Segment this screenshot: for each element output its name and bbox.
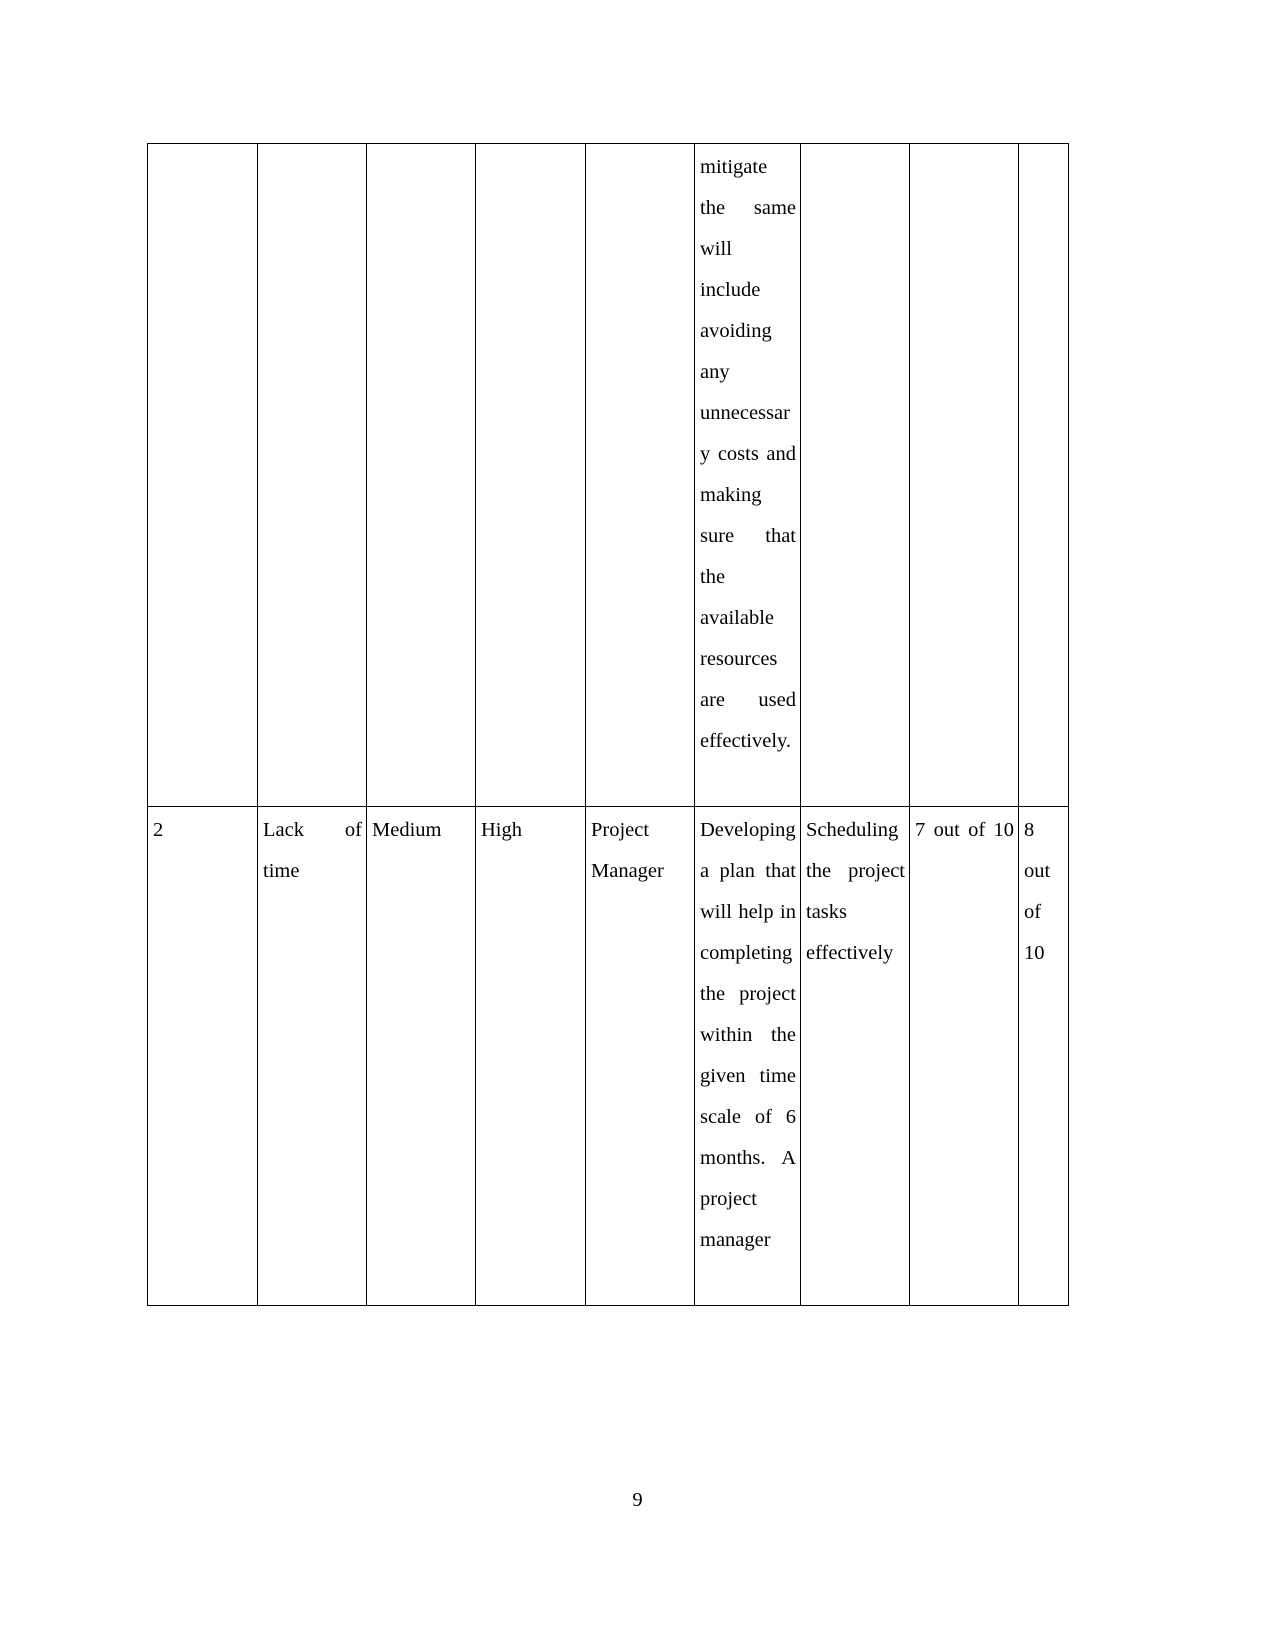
- table-row: 2 Lack of time Medium High Project Manag…: [147, 806, 1069, 1306]
- table-cell-mitigation: mitigate the same will include avoiding …: [694, 143, 801, 807]
- table-cell-risk-id: [147, 143, 258, 807]
- table-cell-action: [800, 143, 910, 807]
- table-cell-impact: High: [475, 806, 586, 1306]
- table-cell-risk-name: [257, 143, 367, 807]
- cell-text: Developing a plan that will help in comp…: [700, 819, 796, 1251]
- cell-text: [1024, 147, 1064, 188]
- cell-text: Scheduling the project tasks effectively: [806, 819, 905, 964]
- table-cell-mitigation: Developing a plan that will help in comp…: [694, 806, 801, 1306]
- table-cell-action: Scheduling the project tasks effectively: [800, 806, 910, 1306]
- document-page: mitigate the same will include avoiding …: [0, 0, 1275, 1651]
- cell-text: Project Manager: [591, 819, 664, 882]
- cell-text: Lack of time: [263, 819, 362, 882]
- table-cell-impact: [475, 143, 586, 807]
- cell-text: 7 out of 10: [915, 819, 1014, 841]
- table-cell-owner: Project Manager: [585, 806, 695, 1306]
- cell-text: High: [481, 819, 522, 841]
- table-cell-likelihood: [366, 143, 476, 807]
- table-cell-score-before: 7 out of 10: [909, 806, 1019, 1306]
- table-cell-likelihood: Medium: [366, 806, 476, 1306]
- table-cell-score-before: [909, 143, 1019, 807]
- table-cell-score-after: [1018, 143, 1069, 807]
- table-row: mitigate the same will include avoiding …: [147, 143, 1069, 807]
- table-cell-risk-id: 2: [147, 806, 258, 1306]
- cell-text: Medium: [372, 819, 442, 841]
- cell-text: 2: [153, 819, 164, 841]
- table-cell-score-after: 8 out of 10: [1018, 806, 1069, 1306]
- page-number: 9: [632, 1489, 643, 1511]
- cell-text: [806, 147, 905, 188]
- table-cell-risk-name: Lack of time: [257, 806, 367, 1306]
- risk-register-table: mitigate the same will include avoiding …: [147, 143, 1069, 1306]
- cell-text: mitigate the same will include avoiding …: [700, 156, 796, 752]
- table-cell-owner: [585, 143, 695, 807]
- cell-text: [915, 147, 1014, 188]
- cell-text: 8 out of 10: [1024, 819, 1051, 964]
- risk-register-table-wrapper: mitigate the same will include avoiding …: [147, 143, 1069, 1306]
